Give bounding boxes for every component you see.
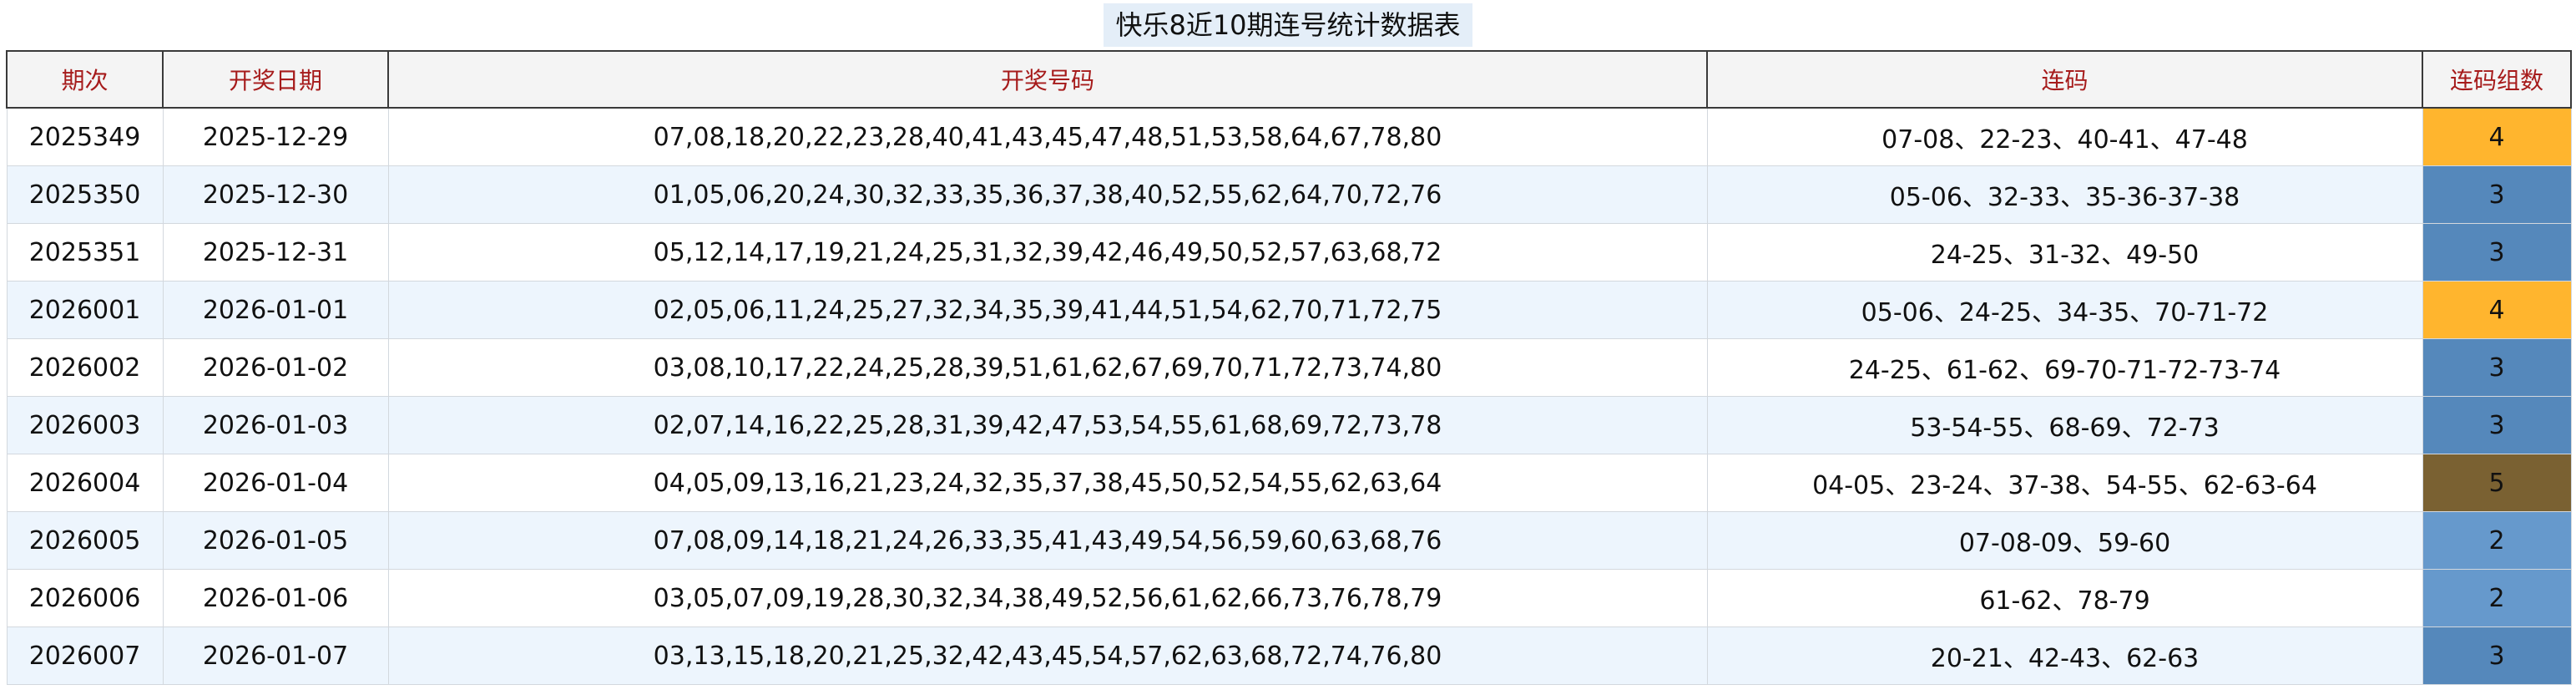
cell-consecutive: 05-06、24-25、34-35、70-71-72 bbox=[1706, 281, 2423, 339]
cell-count: 2 bbox=[2422, 569, 2572, 627]
cell-date: 2026-01-01 bbox=[162, 281, 389, 339]
cell-numbers: 03,08,10,17,22,24,25,28,39,51,61,62,67,6… bbox=[387, 338, 1708, 397]
cell-numbers: 02,07,14,16,22,25,28,31,39,42,47,53,54,5… bbox=[387, 396, 1708, 454]
table-row: 2025349 2025-12-29 07,08,18,20,22,23,28,… bbox=[6, 107, 2572, 166]
cell-date: 2026-01-02 bbox=[162, 338, 389, 397]
cell-numbers: 07,08,18,20,22,23,28,40,41,43,45,47,48,5… bbox=[387, 107, 1708, 166]
cell-date: 2025-12-29 bbox=[162, 107, 389, 166]
table-row: 2026001 2026-01-01 02,05,06,11,24,25,27,… bbox=[6, 281, 2572, 339]
table-row: 2026002 2026-01-02 03,08,10,17,22,24,25,… bbox=[6, 338, 2572, 397]
cell-count: 3 bbox=[2422, 338, 2572, 397]
cell-numbers: 05,12,14,17,19,21,24,25,31,32,39,42,46,4… bbox=[387, 223, 1708, 282]
cell-issue: 2025351 bbox=[6, 223, 164, 282]
header-count: 连码组数 bbox=[2422, 50, 2572, 109]
cell-numbers: 03,05,07,09,19,28,30,32,34,38,49,52,56,6… bbox=[387, 569, 1708, 627]
cell-numbers: 01,05,06,20,24,30,32,33,35,36,37,38,40,5… bbox=[387, 165, 1708, 224]
table-row: 2025351 2025-12-31 05,12,14,17,19,21,24,… bbox=[6, 223, 2572, 282]
cell-consecutive: 24-25、61-62、69-70-71-72-73-74 bbox=[1706, 338, 2423, 397]
cell-date: 2025-12-30 bbox=[162, 165, 389, 224]
cell-count: 3 bbox=[2422, 165, 2572, 224]
cell-count: 4 bbox=[2422, 281, 2572, 339]
cell-issue: 2026004 bbox=[6, 454, 164, 512]
cell-issue: 2026006 bbox=[6, 569, 164, 627]
cell-issue: 2026002 bbox=[6, 338, 164, 397]
header-row: 期次 开奖日期 开奖号码 连码 连码组数 bbox=[6, 50, 2572, 109]
table-row: 2025350 2025-12-30 01,05,06,20,24,30,32,… bbox=[6, 165, 2572, 224]
table-row: 2026003 2026-01-03 02,07,14,16,22,25,28,… bbox=[6, 396, 2572, 454]
cell-numbers: 03,13,15,18,20,21,25,32,42,43,45,54,57,6… bbox=[387, 627, 1708, 685]
cell-numbers: 04,05,09,13,16,21,23,24,32,35,37,38,45,5… bbox=[387, 454, 1708, 512]
header-issue: 期次 bbox=[6, 50, 164, 109]
cell-count: 3 bbox=[2422, 627, 2572, 685]
cell-date: 2026-01-06 bbox=[162, 569, 389, 627]
header-date: 开奖日期 bbox=[162, 50, 389, 109]
cell-consecutive: 04-05、23-24、37-38、54-55、62-63-64 bbox=[1706, 454, 2423, 512]
cell-count: 5 bbox=[2422, 454, 2572, 512]
cell-consecutive: 53-54-55、68-69、72-73 bbox=[1706, 396, 2423, 454]
cell-issue: 2026001 bbox=[6, 281, 164, 339]
cell-issue: 2026005 bbox=[6, 511, 164, 570]
header-consecutive: 连码 bbox=[1706, 50, 2423, 109]
cell-date: 2026-01-03 bbox=[162, 396, 389, 454]
cell-consecutive: 07-08、22-23、40-41、47-48 bbox=[1706, 107, 2423, 166]
stats-table: 期次 开奖日期 开奖号码 连码 连码组数 2025349 2025-12-29 … bbox=[6, 50, 2572, 685]
page-title: 快乐8近10期连号统计数据表 bbox=[1104, 3, 1472, 47]
table-row: 2026006 2026-01-06 03,05,07,09,19,28,30,… bbox=[6, 569, 2572, 627]
cell-consecutive: 07-08-09、59-60 bbox=[1706, 511, 2423, 570]
cell-consecutive: 20-21、42-43、62-63 bbox=[1706, 627, 2423, 685]
cell-date: 2026-01-05 bbox=[162, 511, 389, 570]
cell-numbers: 07,08,09,14,18,21,24,26,33,35,41,43,49,5… bbox=[387, 511, 1708, 570]
cell-count: 3 bbox=[2422, 396, 2572, 454]
cell-count: 4 bbox=[2422, 107, 2572, 166]
cell-numbers: 02,05,06,11,24,25,27,32,34,35,39,41,44,5… bbox=[387, 281, 1708, 339]
cell-consecutive: 05-06、32-33、35-36-37-38 bbox=[1706, 165, 2423, 224]
table-row: 2026007 2026-01-07 03,13,15,18,20,21,25,… bbox=[6, 627, 2572, 685]
table-row: 2026005 2026-01-05 07,08,09,14,18,21,24,… bbox=[6, 511, 2572, 570]
header-numbers: 开奖号码 bbox=[387, 50, 1708, 109]
table-row: 2026004 2026-01-04 04,05,09,13,16,21,23,… bbox=[6, 454, 2572, 512]
cell-date: 2026-01-04 bbox=[162, 454, 389, 512]
cell-issue: 2025349 bbox=[6, 107, 164, 166]
cell-consecutive: 24-25、31-32、49-50 bbox=[1706, 223, 2423, 282]
cell-issue: 2025350 bbox=[6, 165, 164, 224]
cell-date: 2025-12-31 bbox=[162, 223, 389, 282]
title-bar: 快乐8近10期连号统计数据表 bbox=[0, 0, 2576, 50]
cell-consecutive: 61-62、78-79 bbox=[1706, 569, 2423, 627]
cell-date: 2026-01-07 bbox=[162, 627, 389, 685]
cell-issue: 2026003 bbox=[6, 396, 164, 454]
cell-issue: 2026007 bbox=[6, 627, 164, 685]
cell-count: 2 bbox=[2422, 511, 2572, 570]
cell-count: 3 bbox=[2422, 223, 2572, 282]
